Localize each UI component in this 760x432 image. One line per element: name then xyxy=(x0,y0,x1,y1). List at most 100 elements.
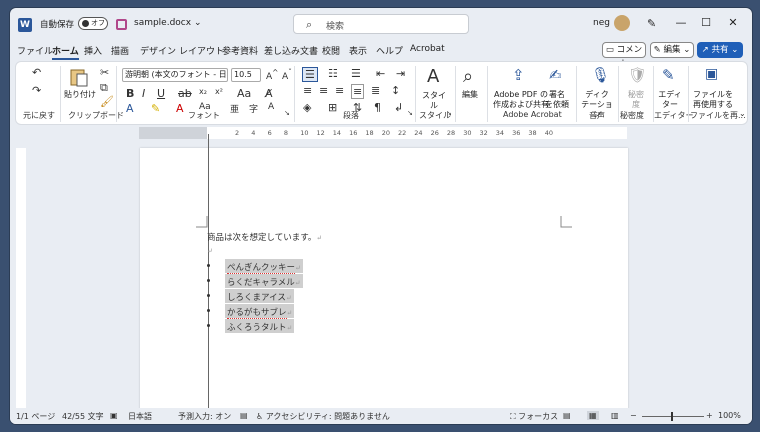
pen-icon[interactable]: ✎ xyxy=(647,17,656,30)
cut-icon[interactable]: ✂ xyxy=(100,66,109,79)
font-name-select[interactable]: 游明朝 (本文のフォント - 日本語) xyxy=(122,68,228,82)
phonetic-guide-icon[interactable]: 亜 xyxy=(230,102,239,115)
numbering-icon[interactable]: ☷ xyxy=(328,67,338,80)
underline-icon[interactable]: U xyxy=(157,87,165,100)
undo-icon[interactable]: ↶ xyxy=(32,66,41,79)
char-border-icon[interactable]: A xyxy=(268,102,274,112)
font-color-icon[interactable]: A xyxy=(176,102,184,115)
increase-indent-icon[interactable]: ⇥ xyxy=(396,67,405,80)
horizontal-ruler[interactable]: 2 4 6 8 10 12 14 16 18 20 22 24 26 28 30 32 34 36 38 40 xyxy=(139,127,627,139)
align-left-icon[interactable]: ≡ xyxy=(303,84,312,97)
document-filename[interactable]: sample.docx ⌄ xyxy=(134,18,202,28)
text-effects-icon[interactable]: A xyxy=(126,102,134,115)
asian-layout-icon[interactable]: ↲ xyxy=(394,101,403,114)
show-marks-icon[interactable]: ¶ xyxy=(374,101,381,114)
page-count[interactable]: 1/1 ページ xyxy=(16,411,55,422)
multilevel-list-icon[interactable]: ☰ xyxy=(351,67,361,80)
redo-icon[interactable]: ↷ xyxy=(32,84,41,97)
pdf-create-label-1[interactable]: Adobe PDF の xyxy=(491,90,551,100)
document-page[interactable]: 商品は次を想定しています。↵ ↵ ぺんぎんクッキー↵ らくだキャラメル↵ しろく… xyxy=(140,134,628,418)
subscript-icon[interactable]: x₂ xyxy=(199,87,207,96)
justify-icon[interactable]: ≡ xyxy=(351,84,365,99)
styles-icon[interactable]: A xyxy=(427,66,439,87)
search-box[interactable]: ⌕ 検索 xyxy=(293,14,469,34)
tab-mailings[interactable]: 差し込み文書 xyxy=(264,44,318,57)
microphone-icon[interactable]: 🎙 xyxy=(591,66,610,84)
dialog-launcher-icon[interactable]: ↘ xyxy=(284,109,290,117)
zoom-slider[interactable] xyxy=(642,416,704,417)
tab-help[interactable]: ヘルプ xyxy=(376,44,403,57)
minimize-button[interactable]: — xyxy=(671,16,691,29)
request-signature-icon[interactable]: ✍ xyxy=(549,66,562,84)
avatar[interactable] xyxy=(614,15,630,31)
bold-icon[interactable]: B xyxy=(126,87,134,100)
clear-formatting-icon[interactable]: A̸ xyxy=(265,87,273,100)
macro-icon[interactable]: ▤ xyxy=(240,411,248,420)
editing-group-button[interactable]: 編集 xyxy=(458,90,482,100)
tab-references[interactable]: 参考資料 xyxy=(222,44,258,57)
format-painter-icon[interactable]: 🖌 xyxy=(100,95,114,108)
change-case-icon[interactable]: Aa xyxy=(237,87,251,100)
text-predictions[interactable]: 予測入力: オン xyxy=(178,411,231,422)
autosave-toggle[interactable]: オフ xyxy=(78,17,108,30)
tab-insert[interactable]: 挿入 xyxy=(84,44,102,57)
shading-icon[interactable]: ◈ xyxy=(303,101,311,114)
borders-icon[interactable]: ⊞ xyxy=(328,101,337,114)
strikethrough-icon[interactable]: ab xyxy=(178,87,192,100)
tab-view[interactable]: 表示 xyxy=(349,44,367,57)
web-layout-icon[interactable]: ▥ xyxy=(611,411,619,420)
tab-review[interactable]: 校閲 xyxy=(322,44,340,57)
tab-draw[interactable]: 描画 xyxy=(111,44,129,57)
user-name[interactable]: neg xyxy=(593,18,610,28)
superscript-icon[interactable]: x² xyxy=(215,87,223,96)
styles-button-label[interactable]: スタイル xyxy=(419,91,449,111)
close-button[interactable]: ✕ xyxy=(723,16,743,29)
align-center-icon[interactable]: ≡ xyxy=(319,84,328,97)
zoom-in-icon[interactable]: + xyxy=(706,411,713,420)
paste-icon[interactable] xyxy=(68,66,90,87)
editing-mode-button[interactable]: ✎ 編集 ⌄ xyxy=(650,42,694,58)
editor-label-1[interactable]: エディ xyxy=(655,90,685,100)
zoom-out-icon[interactable]: − xyxy=(630,411,637,420)
line-spacing-icon[interactable]: ↕ xyxy=(391,84,400,97)
zoom-slider-thumb[interactable] xyxy=(671,412,673,421)
save-icon[interactable] xyxy=(116,19,127,30)
word-count[interactable]: 42/55 文字 xyxy=(62,411,104,422)
maximize-button[interactable]: ☐ xyxy=(696,16,716,29)
editor-icon[interactable]: ✎ xyxy=(662,66,675,84)
accessibility-status[interactable]: ♿ アクセシビリティ: 問題ありません xyxy=(256,411,390,422)
paste-label[interactable]: 貼り付け xyxy=(64,90,96,100)
document-canvas[interactable]: 商品は次を想定しています。↵ ↵ ぺんぎんクッキー↵ らくだキャラメル↵ しろく… xyxy=(10,134,752,418)
tab-acrobat[interactable]: Acrobat xyxy=(410,44,445,54)
vertical-ruler[interactable] xyxy=(16,148,26,410)
align-right-icon[interactable]: ≡ xyxy=(335,84,344,97)
bullets-icon[interactable]: ☰ xyxy=(302,67,318,82)
font-size-select[interactable]: 10.5 xyxy=(231,68,261,82)
grow-font-icon[interactable]: A^ xyxy=(266,68,278,82)
collapse-ribbon-icon[interactable]: ⌄ xyxy=(739,109,746,118)
empty-paragraph[interactable]: ↵ xyxy=(207,246,213,256)
reuse-file-label-1[interactable]: ファイルを xyxy=(690,90,736,100)
zoom-level[interactable]: 100% xyxy=(718,411,741,420)
distributed-icon[interactable]: ≣ xyxy=(371,84,380,97)
read-mode-icon[interactable]: ▤ xyxy=(563,411,571,420)
editor-label-2[interactable]: ター xyxy=(655,100,685,110)
share-button[interactable]: ↗ 共有 ⌄ xyxy=(697,42,743,58)
language[interactable]: 日本語 xyxy=(128,411,152,422)
find-icon[interactable]: ⌕ xyxy=(463,66,473,87)
reuse-file-label-2[interactable]: 再使用する xyxy=(690,100,736,110)
enclose-char-icon[interactable]: 字 xyxy=(249,102,258,115)
comment-button[interactable]: ▭ コメント xyxy=(602,42,646,69)
dictation-label-1[interactable]: ディク xyxy=(579,90,615,100)
request-signature-label-1[interactable]: 署名 xyxy=(543,90,571,100)
tab-home[interactable]: ホーム xyxy=(52,44,79,60)
pdf-create-label-2[interactable]: 作成および共有 xyxy=(491,100,551,110)
dialog-launcher-icon[interactable]: ↘ xyxy=(446,109,452,117)
copy-icon[interactable]: ⧉ xyxy=(100,81,108,95)
italic-icon[interactable]: I xyxy=(142,87,145,100)
highlight-icon[interactable]: ✎ xyxy=(151,102,160,115)
tab-design[interactable]: デザイン xyxy=(140,44,176,57)
decrease-indent-icon[interactable]: ⇤ xyxy=(376,67,385,80)
tab-layout[interactable]: レイアウト xyxy=(179,44,224,57)
tab-file[interactable]: ファイル xyxy=(17,44,53,57)
